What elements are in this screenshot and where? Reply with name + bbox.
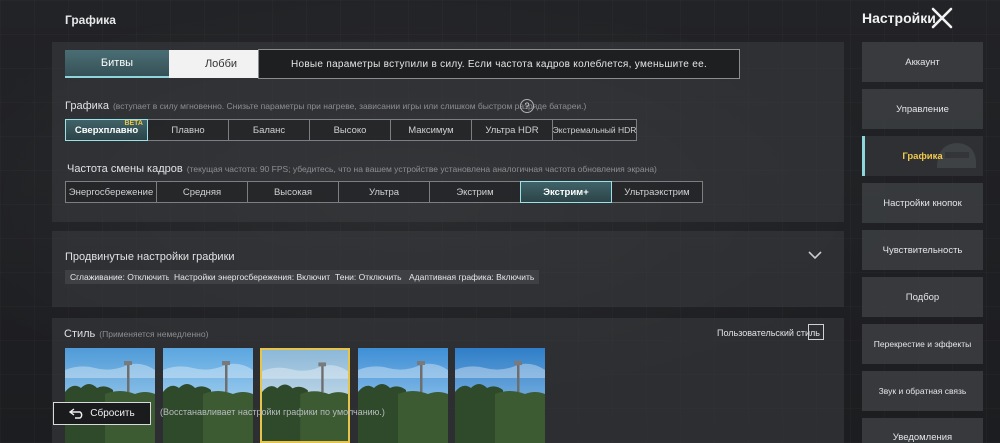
- reset-note: (Восстанавливает настройки графики по ум…: [160, 407, 385, 417]
- sidebar-item-button-layout[interactable]: Настройки кнопок: [862, 183, 983, 223]
- sidebar-item-account[interactable]: Аккаунт: [862, 42, 983, 82]
- style-label: Стиль: [64, 328, 96, 340]
- style-thumbnail[interactable]: [65, 348, 155, 443]
- advanced-settings-title: Продвинутые настройки графики: [65, 251, 235, 263]
- sidebar-item-crosshair[interactable]: Перекрестие и эффекты: [862, 324, 983, 364]
- beta-badge: BETA: [124, 120, 143, 127]
- close-icon[interactable]: [930, 6, 954, 30]
- graphics-option-super-smooth[interactable]: Сверхплавно BETA: [65, 119, 148, 141]
- style-thumbnail[interactable]: [455, 348, 545, 443]
- sidebar-item-controls[interactable]: Управление: [862, 89, 983, 129]
- sidebar-item-notifications[interactable]: Уведомления: [862, 418, 983, 443]
- graphics-option-ultra-hdr[interactable]: Ультра HDR: [471, 119, 553, 141]
- graphics-option-smooth[interactable]: Плавно: [147, 119, 229, 141]
- sidebar-item-graphics[interactable]: Графика: [862, 136, 983, 176]
- graphics-option-extreme-hdr[interactable]: Экстремальный HDR: [552, 119, 637, 141]
- fps-option-ultra[interactable]: Ультра: [338, 181, 430, 203]
- style-thumbnail[interactable]: [260, 348, 350, 443]
- sidebar-item-matchmaking[interactable]: Подбор: [862, 277, 983, 317]
- style-note: (Применяется немедленно): [99, 329, 209, 339]
- sidebar-item-sound[interactable]: Звук и обратная связь: [862, 371, 983, 411]
- custom-style-label: Пользовательский стиль: [717, 328, 820, 338]
- fps-note: (текущая частота: 90 FPS; убедитесь, что…: [186, 164, 657, 174]
- fps-label: Частота смены кадров: [67, 163, 183, 175]
- fps-section-label: Частота смены кадров (текущая частота: 90…: [67, 163, 657, 175]
- graphics-option-balanced[interactable]: Баланс: [228, 119, 310, 141]
- style-thumbnail[interactable]: [162, 348, 253, 443]
- style-section-label: Стиль (Применяется немедленно): [64, 328, 208, 340]
- chip-power-saving: Настройки энергосбережения: Включить: [169, 270, 340, 284]
- fps-selector: Энергосбережение Средняя Высокая Ультра …: [65, 181, 703, 203]
- settings-sidebar: Аккаунт Управление Графика Настройки кно…: [862, 42, 983, 443]
- graphics-option-max[interactable]: Максимум: [390, 119, 472, 141]
- chip-shadows: Тени: Отключить: [330, 270, 407, 284]
- reset-button-label: Сбросить: [90, 408, 135, 419]
- fps-option-power-saving[interactable]: Энергосбережение: [65, 181, 157, 203]
- fps-option-high[interactable]: Высокая: [247, 181, 339, 203]
- sidebar-item-label: Графика: [902, 150, 943, 162]
- page-title: Графика: [65, 13, 116, 27]
- reset-button[interactable]: Сбросить: [53, 402, 151, 425]
- custom-style-checkbox[interactable]: [808, 324, 824, 340]
- chip-antialiasing: Сглаживание: Отключить: [65, 270, 176, 284]
- fps-option-ultra-extreme[interactable]: Ультраэкстрим: [611, 181, 703, 203]
- advanced-settings-panel[interactable]: [52, 231, 844, 307]
- sidebar-item-sensitivity[interactable]: Чувствительность: [862, 230, 983, 270]
- graphics-quality-selector: Сверхплавно BETA Плавно Баланс Высоко Ма…: [65, 119, 637, 141]
- fps-option-extreme[interactable]: Экстрим: [429, 181, 521, 203]
- settings-title: Настройки: [862, 10, 936, 26]
- graphics-option-high[interactable]: Высоко: [309, 119, 391, 141]
- graphics-section-label: Графика (вступает в силу мгновенно. Снизь…: [65, 100, 586, 112]
- reset-icon: [69, 408, 83, 419]
- tab-battles[interactable]: Битвы: [65, 50, 169, 78]
- graphics-label: Графика: [65, 100, 109, 112]
- graphics-note: (вступает в силу мгновенно. Снизьте пара…: [112, 101, 587, 111]
- chip-adaptive-graphics: Адаптивная графика: Включить: [404, 270, 540, 284]
- style-thumbnail[interactable]: [357, 348, 448, 443]
- fps-option-extreme-plus[interactable]: Экстрим+: [520, 181, 612, 203]
- help-icon[interactable]: ?: [520, 99, 534, 113]
- fps-option-medium[interactable]: Средняя: [156, 181, 248, 203]
- notice-banner: Новые параметры вступили в силу. Если ча…: [258, 49, 740, 79]
- chevron-down-icon[interactable]: [806, 248, 824, 262]
